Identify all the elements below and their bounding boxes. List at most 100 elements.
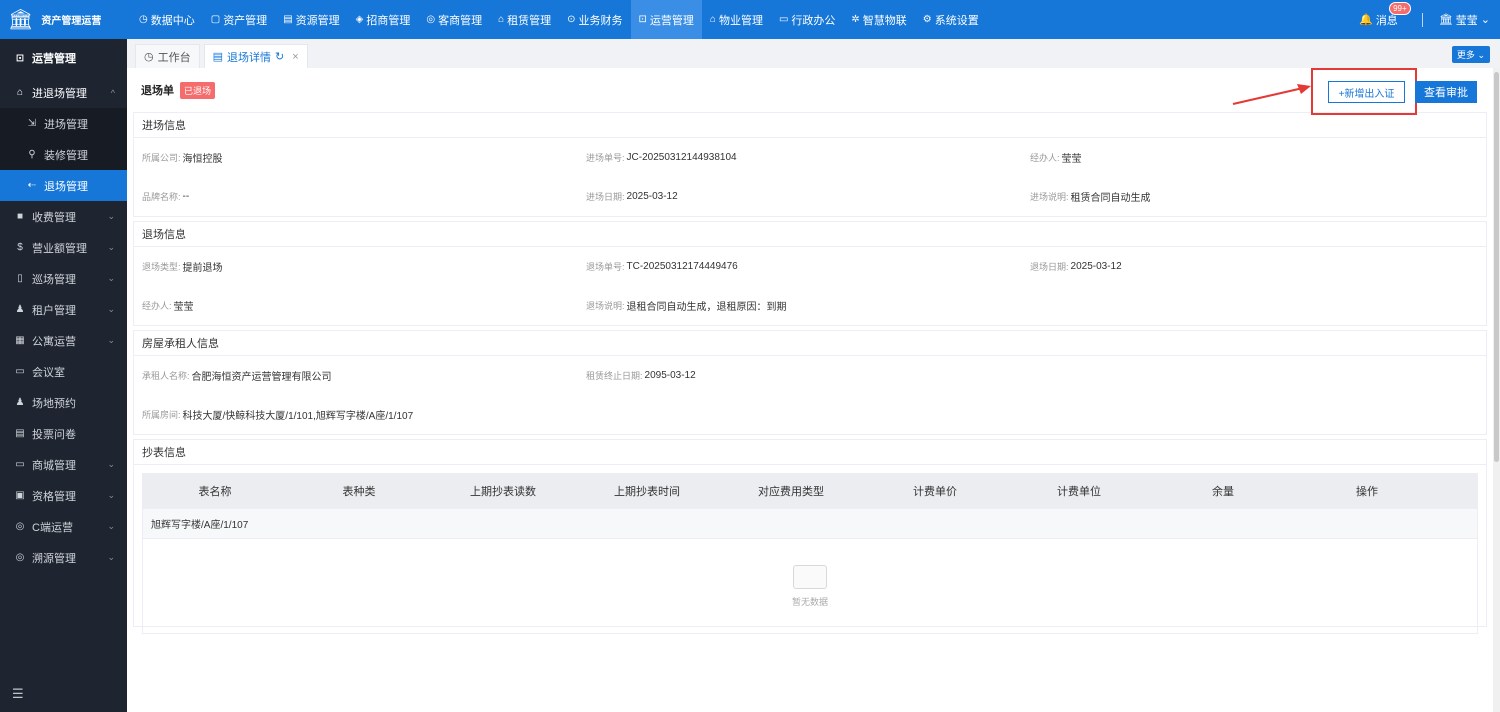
nav-item-investment[interactable]: ◈ 招商管理: [348, 0, 419, 39]
tab-workbench[interactable]: ◷ 工作台: [135, 44, 200, 68]
nav-item-lease[interactable]: ⌂ 租赁管理: [490, 0, 559, 39]
sidebar-item-patrol[interactable]: ▯ 巡场管理 ⌄: [0, 263, 127, 294]
home-icon: ⌂: [498, 14, 505, 25]
sidebar-item-meeting-room[interactable]: ▭ 会议室: [0, 356, 127, 387]
nav-label: 运营管理: [649, 14, 694, 27]
nav-item-operation[interactable]: ⊡ 运营管理: [630, 0, 702, 39]
scrollbar-thumb[interactable]: [1494, 72, 1499, 462]
collapse-menu-icon[interactable]: ☰: [12, 686, 24, 702]
exit-info-section: 退场信息 退场类型: 提前退场 退场单号: TC-20250312174449476…: [133, 221, 1487, 326]
message-count-badge: 99+: [1389, 1, 1411, 15]
operation-icon: ⊡: [638, 14, 647, 25]
sidebar-item-mall[interactable]: ▭ 商城管理 ⌄: [0, 449, 127, 480]
field-label: 经办人:: [1030, 153, 1060, 163]
tab-exit-detail[interactable]: ▤ 退场详情 ↻ ×: [203, 44, 308, 68]
user-icon: ♟: [15, 397, 25, 408]
chevron-down-icon: ⌄: [1480, 14, 1490, 26]
column-header: 上期抄表时间: [614, 486, 680, 498]
refresh-icon[interactable]: ↻: [275, 50, 284, 63]
messages-button[interactable]: 🔔 消息 99+: [1359, 1, 1411, 28]
nav-item-finance[interactable]: ⊙ 业务财务: [559, 0, 630, 39]
chevron-down-icon: ⌄: [107, 304, 115, 314]
gear-icon: ⚙: [922, 14, 932, 25]
nav-item-asset[interactable]: ▢ 资产管理: [203, 0, 275, 39]
sidebar-item-tenant[interactable]: ♟ 租户管理 ⌄: [0, 294, 127, 325]
field-value: 科技大厦/快鲸科技大厦/1/101,旭辉写字楼/A座/1/107: [182, 411, 414, 422]
nav-label: 业务财务: [578, 14, 623, 27]
nav-label: 资源管理: [295, 14, 340, 27]
field-rooms: 所属房间: 科技大厦/快鲸科技大厦/1/101,旭辉写字楼/A座/1/107: [142, 395, 1474, 434]
sidebar-item-fees[interactable]: ■ 收费管理 ⌄: [0, 201, 127, 232]
user-menu[interactable]: 🏛 莹莹 ⌄: [1439, 12, 1490, 28]
field-label: 退场日期:: [1030, 262, 1069, 272]
sidebar-item-label: 进退场管理: [32, 87, 87, 100]
sidebar-item-exit[interactable]: ⇠ 退场管理: [0, 170, 127, 201]
column-header: 余量: [1212, 486, 1234, 498]
chevron-down-icon: ⌄: [107, 459, 115, 469]
sidebar-item-decoration[interactable]: ⚲ 装修管理: [0, 139, 127, 170]
tab-label: 工作台: [157, 51, 191, 64]
section-title: 抄表信息: [134, 440, 1486, 465]
status-badge: 已退场: [180, 81, 216, 99]
chevron-down-icon: ⌄: [107, 242, 115, 252]
empty-state: 暂无数据: [143, 539, 1477, 633]
document-icon: ▤: [212, 51, 224, 63]
add-pass-button[interactable]: +新增出入证: [1328, 81, 1405, 103]
sidebar-item-turnover[interactable]: $ 营业额管理 ⌄: [0, 232, 127, 263]
field-value: 提前退场: [182, 263, 223, 274]
sidebar-item-label: 商城管理: [32, 459, 76, 472]
column-header: 对应费用类型: [758, 486, 824, 498]
target-icon: ◎: [15, 521, 25, 532]
table-header: 表名称 表种类 上期抄表读数 上期抄表时间 对应费用类型 计费单价 计费单位 余…: [143, 474, 1477, 508]
main-content: 退场单 已退场 +新增出入证 查看审批 进场信息 所属公司: 海恒控股 进场单号:…: [127, 68, 1493, 712]
chevron-down-icon: ⌄: [107, 521, 115, 531]
page-title: 退场单: [141, 85, 174, 97]
sidebar-item-label: 退场管理: [44, 180, 88, 193]
chevron-down-icon: ⌄: [107, 490, 115, 500]
field-value: 海恒控股: [182, 154, 223, 165]
close-icon[interactable]: ×: [292, 51, 298, 63]
sidebar-header-label: 运营管理: [32, 53, 76, 65]
nav-label: 行政办公: [791, 14, 836, 27]
nav-item-data-center[interactable]: ◷ 数据中心: [131, 0, 203, 39]
top-nav: ◷ 数据中心 ▢ 资产管理 ▤ 资源管理 ◈ 招商管理 ◎ 客商管理 ⌂ 租赁管理 ⊙ 业务财…: [127, 0, 987, 39]
nav-item-office[interactable]: ▭ 行政办公: [771, 0, 843, 39]
screen-icon: ▭: [15, 366, 25, 377]
sidebar-header[interactable]: ⊡ 运营管理: [0, 39, 127, 77]
sidebar-item-label: 巡场管理: [32, 273, 76, 286]
bell-icon: 🔔: [1359, 14, 1373, 26]
sidebar-item-entry-exit[interactable]: ⌂ 进退场管理 ^: [0, 77, 127, 108]
column-header: 操作: [1356, 486, 1378, 498]
monitor-icon: ▭: [778, 14, 789, 25]
sidebar-item-venue[interactable]: ♟ 场地预约: [0, 387, 127, 418]
home-icon: ⌂: [16, 87, 24, 98]
field-label: 经办人:: [142, 301, 172, 311]
user-name: 莹莹: [1455, 14, 1478, 27]
nav-item-iot[interactable]: ✲ 智慧物联: [843, 0, 914, 39]
sidebar-item-entry[interactable]: ⇲ 进场管理: [0, 108, 127, 139]
nav-item-resource[interactable]: ▤ 资源管理: [275, 0, 347, 39]
view-approval-button[interactable]: 查看审批: [1415, 81, 1477, 103]
sidebar-item-label: 租户管理: [32, 304, 76, 317]
nav-item-settings[interactable]: ⚙ 系统设置: [915, 0, 987, 39]
exit-icon: ⇠: [27, 180, 37, 191]
app-logo[interactable]: 🏛 资产管理运营: [0, 0, 127, 39]
nav-label: 物业管理: [718, 14, 763, 27]
tab-label: 退场详情: [227, 51, 272, 64]
field-value: 租赁合同自动生成: [1070, 193, 1151, 204]
column-header: 计费单位: [1057, 486, 1101, 498]
vertical-scrollbar[interactable]: [1493, 68, 1500, 712]
sidebar-item-apartment[interactable]: ▦ 公寓运营 ⌄: [0, 325, 127, 356]
nav-label: 资产管理: [223, 14, 268, 27]
nav-item-merchant[interactable]: ◎ 客商管理: [418, 0, 490, 39]
sidebar-item-c-end[interactable]: ◎ C端运营 ⌄: [0, 511, 127, 542]
sidebar-item-label: 投票问卷: [32, 428, 76, 441]
field-label: 承租人名称:: [142, 371, 190, 381]
sidebar-item-qualification[interactable]: ▣ 资格管理 ⌄: [0, 480, 127, 511]
more-tabs-button[interactable]: 更多 ⌄: [1451, 46, 1490, 63]
nav-item-property[interactable]: ⌂ 物业管理: [702, 0, 771, 39]
sidebar-item-trace[interactable]: ◎ 溯源管理 ⌄: [0, 542, 127, 573]
sidebar-item-vote[interactable]: ▤ 投票问卷: [0, 418, 127, 449]
chevron-down-icon: ⌄: [107, 552, 115, 562]
field-entry-no: 进场单号: JC-20250312144938104: [586, 138, 1030, 177]
